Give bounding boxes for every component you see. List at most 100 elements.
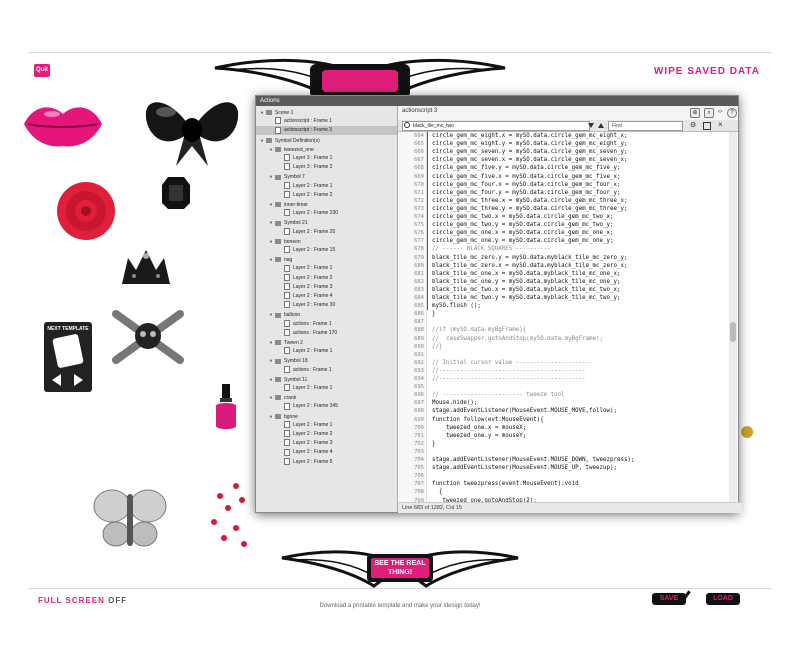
tree-item[interactable]: actions : Frame 1 (256, 319, 397, 329)
tree-item[interactable]: ▼ crank (256, 393, 397, 402)
code-line[interactable]: { (432, 488, 443, 496)
tree-item[interactable]: Layer 2 : Frame 230 (256, 209, 397, 218)
tree-item[interactable]: Layer 2 : Frame 15 (256, 246, 397, 255)
tree-item[interactable]: ▼ balloon (256, 310, 397, 319)
code-line[interactable]: circle_gem_mc_four.y = mySO.data.circle_… (432, 189, 620, 197)
code-line[interactable]: circle_gem_mc_five.y = mySO.data.circle_… (432, 164, 620, 172)
tree-item[interactable]: Layer 3 : Frame 1 (256, 154, 397, 163)
load-button[interactable]: LOAD (706, 593, 740, 605)
code-snippets-icon[interactable]: ⌕ (704, 108, 714, 118)
tree-item[interactable]: ▼ Tween 2 (256, 338, 397, 347)
tree-item[interactable]: ▼ bgone (256, 412, 397, 421)
tree-item[interactable]: ▼ Symbol 11 (256, 375, 397, 384)
code-line[interactable]: black_tile_mc_one.x = mySO.data.myblack_… (432, 270, 620, 278)
code-line[interactable]: circle_gem_mc_seven.x = mySO.data.circle… (432, 156, 627, 164)
code-line[interactable]: circle_gem_mc_eight.y = mySO.data.circle… (432, 140, 627, 148)
tree-item[interactable]: Layer 2 : Frame 2 (256, 273, 397, 283)
tree-item[interactable]: Layer 2 : Frame 1 (256, 420, 397, 430)
code-line[interactable]: black_tile_mc_one.y = mySO.data.myblack_… (432, 278, 620, 286)
code-line[interactable]: circle_gem_mc_one.y = mySO.data.circle_g… (432, 237, 613, 245)
settings-gear-icon[interactable]: ⚙ (690, 121, 696, 129)
code-line[interactable]: black_tile_mc_zero.x = mySO.data.myblack… (432, 262, 627, 270)
tree-item[interactable]: Layer 2 : Frame 2 (256, 430, 397, 439)
tree-item[interactable]: Layer 2 : Frame 5 (256, 457, 397, 467)
tree-item[interactable]: ▼ tweezed_one (256, 145, 397, 154)
code-line[interactable]: //--------------------------------------… (432, 375, 586, 383)
next-template-card[interactable]: NEXT TEMPLATE (44, 322, 92, 392)
tree-item[interactable]: actions : Frame 170 (256, 328, 397, 338)
code-line[interactable]: circle_gem_mc_four.x = mySO.data.circle_… (432, 181, 620, 189)
prev-arrow-icon[interactable] (52, 374, 61, 386)
close-icon[interactable]: × (718, 120, 723, 129)
tree-item[interactable]: Layer 2 : Frame 1 (256, 181, 397, 191)
quit-button[interactable]: Quit (34, 64, 50, 77)
code-line[interactable]: // ----------------------- tweeze tool (432, 391, 565, 399)
tree-item[interactable]: actionscript : Frame 1 (256, 117, 397, 126)
code-line[interactable]: black_tile_mc_two.x = mySO.data.myblack_… (432, 286, 620, 294)
code-line[interactable]: stage.addEventListener(MouseEvent.MOUSE_… (432, 407, 617, 415)
script-tab[interactable]: actionscript 3 (402, 108, 437, 114)
code-line[interactable]: stage.addEventListener(MouseEvent.MOUSE_… (432, 456, 634, 464)
code-line[interactable]: // ------ BLACK SQUARES ---------- (432, 245, 551, 253)
find-input[interactable]: Find (608, 121, 683, 131)
code-line[interactable]: circle_gem_mc_two.y = mySO.data.circle_g… (432, 221, 613, 229)
code-line[interactable]: Mouse.hide(); (432, 399, 477, 407)
vertical-scrollbar[interactable] (729, 132, 737, 502)
tree-item[interactable]: Layer 2 : Frame 345 (256, 402, 397, 411)
scrollbar-thumb[interactable] (730, 322, 736, 342)
tree-item[interactable]: ▼ Scene 1 (256, 108, 397, 117)
help-icon[interactable]: ? (727, 108, 737, 118)
tree-item[interactable]: Layer 2 : Frame 3 (256, 282, 397, 292)
code-line[interactable]: circle_gem_mc_three.y = mySO.data.circle… (432, 205, 627, 213)
tree-item[interactable]: Layer 2 : Frame 2 (256, 190, 397, 200)
code-line[interactable]: //if (mySO.data.myBgFrame){ (432, 326, 526, 334)
code-line[interactable]: function tweezpress(event:MouseEvent):vo… (432, 480, 579, 488)
code-line[interactable]: circle_gem_mc_seven.y = mySO.data.circle… (432, 148, 627, 156)
tree-item[interactable]: Layer 2 : Frame 30 (256, 301, 397, 310)
code-line[interactable]: //--------------------------------------… (432, 367, 586, 375)
code-line[interactable]: tweezed_one.y = mouseY; (432, 432, 526, 440)
next-arrow-icon[interactable] (74, 374, 83, 386)
tree-item[interactable]: ▼ boneon (256, 237, 397, 246)
search-input[interactable]: black_tile_mc_two (402, 121, 590, 131)
code-line[interactable]: circle_gem_mc_one.x = mySO.data.circle_g… (432, 229, 613, 237)
tree-item[interactable]: Layer 2 : Frame 20 (256, 227, 397, 237)
tree-item[interactable]: Layer 2 : Frame 1 (256, 347, 397, 356)
code-line[interactable]: black_tile_mc_two.y = mySO.data.myblack_… (432, 294, 620, 302)
tree-item[interactable]: ▼ Symbol Definition(s) (256, 136, 397, 145)
code-line[interactable]: function follow(evt:MouseEvent){ (432, 416, 544, 424)
tree-item[interactable]: Layer 2 : Frame 1 (256, 264, 397, 273)
code-line[interactable]: } (432, 440, 436, 448)
code-area[interactable]: 664 circle_gem_mc_eight.x = mySO.data.cir… (398, 132, 738, 502)
code-line[interactable]: stage.addEventListener(MouseEvent.MOUSE_… (432, 464, 617, 472)
wipe-saved-data-button[interactable]: WIPE SAVED DATA (654, 66, 760, 77)
code-line[interactable]: black_tile_mc_zero.y = mySO.data.myblack… (432, 254, 627, 262)
tree-item[interactable]: actionscript : Frame 3 (256, 126, 397, 136)
tree-item[interactable]: Layer 2 : Frame 4 (256, 292, 397, 301)
tree-item[interactable]: Layer 3 : Frame 2 (256, 163, 397, 172)
tree-item[interactable]: Layer 2 : Frame 1 (256, 384, 397, 393)
tree-item[interactable]: Layer 2 : Frame 3 (256, 439, 397, 448)
code-line[interactable]: circle_gem_mc_eight.x = mySO.data.circle… (432, 132, 627, 140)
tree-item[interactable]: actions : Frame 1 (256, 365, 397, 375)
tree-item[interactable]: Layer 2 : Frame 4 (256, 448, 397, 457)
code-line[interactable]: mySO.flush (); (432, 302, 481, 310)
up-arrow-icon[interactable] (598, 123, 604, 128)
code-line[interactable]: // caseSwapper.gotoAndStop(mySO.data.myB… (432, 335, 603, 343)
target-icon[interactable]: ⊕ (690, 108, 700, 118)
tree-item[interactable]: ▼ Symbol 7 (256, 172, 397, 181)
tree-item[interactable]: ▼ Symbol 18 (256, 356, 397, 365)
pin-icon[interactable] (703, 122, 711, 130)
code-line[interactable]: tweezed_one.x = mouseX; (432, 424, 526, 432)
see-real-thing-button[interactable]: SEE THE REAL THING! (367, 554, 433, 582)
code-line[interactable]: circle_gem_mc_three.x = mySO.data.circle… (432, 197, 627, 205)
code-line[interactable]: } (432, 310, 436, 318)
code-line[interactable]: circle_gem_mc_five.x = mySO.data.circle_… (432, 173, 620, 181)
code-line[interactable]: circle_gem_mc_two.x = mySO.data.circle_g… (432, 213, 613, 221)
tree-item[interactable]: ▼ nag (256, 255, 397, 264)
code-line[interactable]: //} (432, 343, 442, 351)
tree-item[interactable]: ▼ Symbol 21 (256, 218, 397, 227)
down-arrow-icon[interactable] (588, 123, 594, 128)
code-line[interactable]: // Initial cursor value ----------------… (432, 359, 593, 367)
tree-item[interactable]: ▼ inner-timer (256, 200, 397, 209)
